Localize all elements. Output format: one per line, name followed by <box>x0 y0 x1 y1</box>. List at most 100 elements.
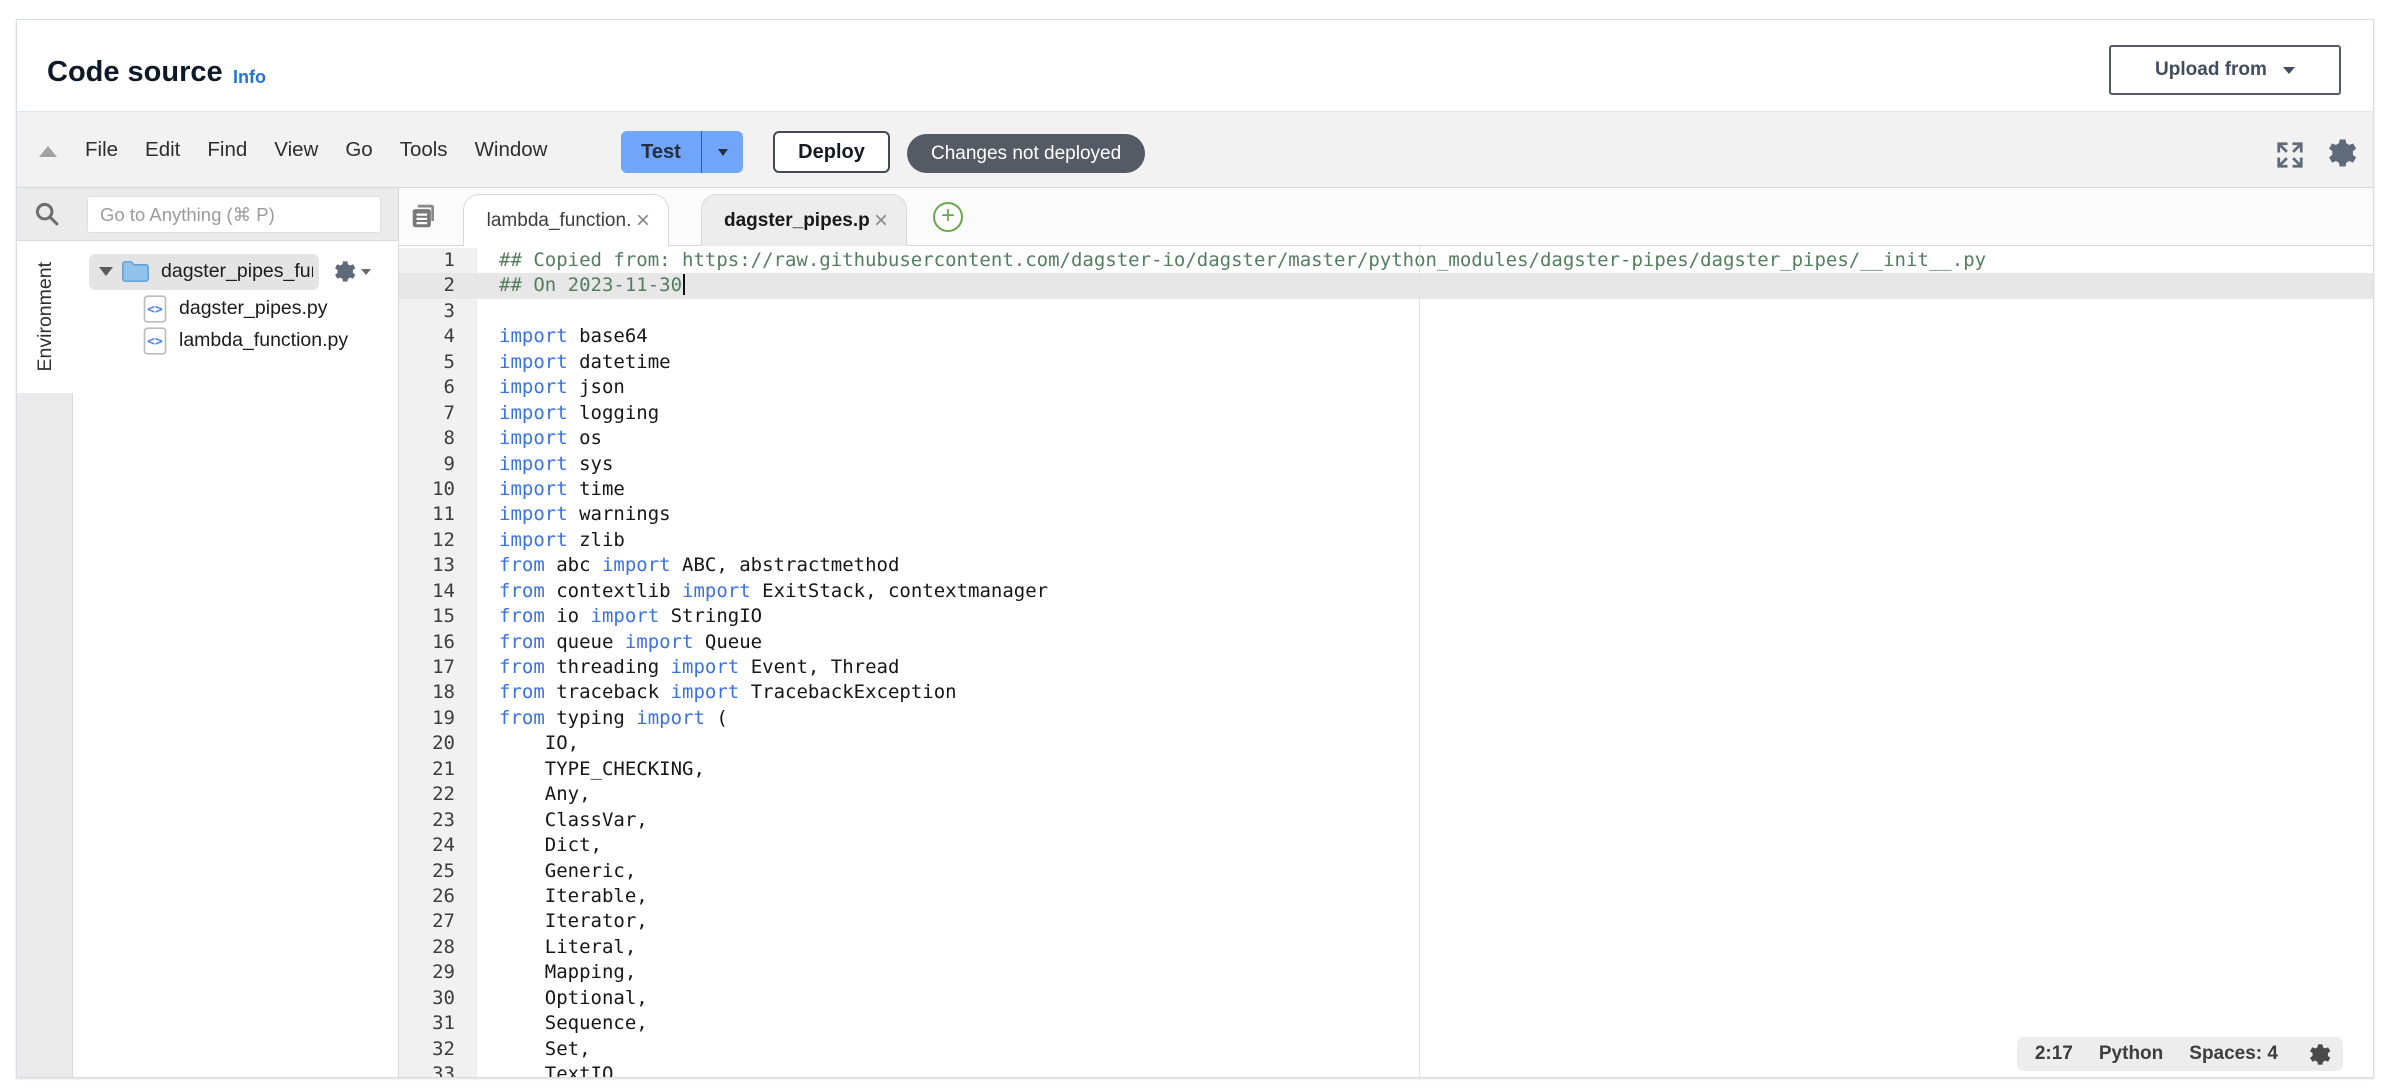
line-number[interactable]: 30 <box>399 986 477 1011</box>
statusbar-gear-icon[interactable] <box>2304 1041 2331 1068</box>
code-line[interactable]: 19from typing import ( <box>399 706 2373 731</box>
add-tab-icon[interactable] <box>933 202 963 232</box>
deploy-button[interactable]: Deploy <box>773 131 890 173</box>
language-mode[interactable]: Python <box>2099 1043 2163 1065</box>
line-number[interactable]: 14 <box>399 579 477 604</box>
test-dropdown-button[interactable] <box>702 131 743 173</box>
code-text[interactable]: ## On 2023-11-30 <box>477 273 685 298</box>
code-line[interactable]: 9import sys <box>399 452 2373 477</box>
settings-gear-icon[interactable] <box>2321 135 2357 171</box>
upload-from-button[interactable]: Upload from <box>2109 45 2341 95</box>
line-number[interactable]: 15 <box>399 604 477 629</box>
code-line[interactable]: 23 ClassVar, <box>399 808 2373 833</box>
code-line[interactable]: 5import datetime <box>399 350 2373 375</box>
line-number[interactable]: 3 <box>399 299 477 324</box>
tree-file-dagster-pipes[interactable]: <> dagster_pipes.py <box>73 293 398 325</box>
test-button[interactable]: Test <box>621 131 702 173</box>
line-number[interactable]: 17 <box>399 655 477 680</box>
tree-settings-button[interactable] <box>329 258 371 285</box>
code-line[interactable]: 18from traceback import TracebackExcepti… <box>399 680 2373 705</box>
tab-dagster-pipes[interactable]: dagster_pipes.py <box>701 194 907 246</box>
code-text[interactable]: TextIO <box>477 1062 613 1077</box>
code-text[interactable]: import warnings <box>477 502 671 527</box>
code-text[interactable]: from abc import ABC, abstractmethod <box>477 553 899 578</box>
code-text[interactable]: TYPE_CHECKING, <box>477 757 705 782</box>
menu-tools[interactable]: Tools <box>400 138 448 162</box>
code-editor[interactable]: 1## Copied from: https://raw.githubuserc… <box>399 246 2373 1077</box>
tree-folder-row[interactable]: dagster_pipes_funct <box>73 254 398 292</box>
line-number[interactable]: 26 <box>399 884 477 909</box>
menu-find[interactable]: Find <box>207 138 247 162</box>
code-text[interactable]: Generic, <box>477 859 636 884</box>
tab-lambda-function[interactable]: lambda_function. <box>463 194 669 246</box>
code-line[interactable]: 12import zlib <box>399 528 2373 553</box>
code-text[interactable]: Optional, <box>477 986 648 1011</box>
code-line[interactable]: 6import json <box>399 375 2373 400</box>
indentation-setting[interactable]: Spaces: 4 <box>2189 1043 2278 1065</box>
line-number[interactable]: 21 <box>399 757 477 782</box>
code-line[interactable]: 10import time <box>399 477 2373 502</box>
code-text[interactable]: from queue import Queue <box>477 630 762 655</box>
line-number[interactable]: 20 <box>399 731 477 756</box>
close-icon[interactable] <box>632 210 654 232</box>
code-text[interactable]: Literal, <box>477 935 636 960</box>
line-number[interactable]: 29 <box>399 960 477 985</box>
code-text[interactable]: import zlib <box>477 528 625 553</box>
code-line[interactable]: 13from abc import ABC, abstractmethod <box>399 553 2373 578</box>
line-number[interactable]: 1 <box>399 248 477 273</box>
environment-tab[interactable]: Environment <box>17 241 73 393</box>
line-number[interactable]: 23 <box>399 808 477 833</box>
line-number[interactable]: 24 <box>399 833 477 858</box>
code-text[interactable]: import time <box>477 477 625 502</box>
code-line[interactable]: 14from contextlib import ExitStack, cont… <box>399 579 2373 604</box>
code-text[interactable]: Set, <box>477 1037 591 1062</box>
code-text[interactable]: Any, <box>477 782 591 807</box>
code-line[interactable]: 30 Optional, <box>399 986 2373 1011</box>
line-number[interactable]: 11 <box>399 502 477 527</box>
code-text[interactable]: import base64 <box>477 324 648 349</box>
code-text[interactable]: Dict, <box>477 833 602 858</box>
code-line[interactable]: 29 Mapping, <box>399 960 2373 985</box>
code-line[interactable]: 27 Iterator, <box>399 909 2373 934</box>
code-line[interactable]: 24 Dict, <box>399 833 2373 858</box>
goto-anything-input[interactable] <box>87 196 381 233</box>
caret-down-icon[interactable] <box>99 267 113 276</box>
code-line[interactable]: 1## Copied from: https://raw.githubuserc… <box>399 248 2373 273</box>
code-line[interactable]: 11import warnings <box>399 502 2373 527</box>
code-line[interactable]: 26 Iterable, <box>399 884 2373 909</box>
code-text[interactable]: from io import StringIO <box>477 604 762 629</box>
code-line[interactable]: 31 Sequence, <box>399 1011 2373 1036</box>
line-number[interactable]: 28 <box>399 935 477 960</box>
line-number[interactable]: 18 <box>399 680 477 705</box>
line-number[interactable]: 16 <box>399 630 477 655</box>
code-line[interactable]: 16from queue import Queue <box>399 630 2373 655</box>
tab-list-icon[interactable] <box>409 201 439 236</box>
line-number[interactable]: 13 <box>399 553 477 578</box>
close-icon[interactable] <box>870 210 892 232</box>
code-line[interactable]: 4import base64 <box>399 324 2373 349</box>
line-number[interactable]: 8 <box>399 426 477 451</box>
code-text[interactable]: from traceback import TracebackException <box>477 680 957 705</box>
info-link[interactable]: Info <box>233 67 266 88</box>
menu-edit[interactable]: Edit <box>145 138 180 162</box>
code-line[interactable]: 21 TYPE_CHECKING, <box>399 757 2373 782</box>
code-line[interactable]: 15from io import StringIO <box>399 604 2373 629</box>
code-line[interactable]: 25 Generic, <box>399 859 2373 884</box>
code-text[interactable]: from contextlib import ExitStack, contex… <box>477 579 1048 604</box>
line-number[interactable]: 2 <box>399 273 477 298</box>
menu-window[interactable]: Window <box>475 138 548 162</box>
code-text[interactable]: Sequence, <box>477 1011 648 1036</box>
code-text[interactable]: from typing import ( <box>477 706 728 731</box>
code-text[interactable]: import datetime <box>477 350 671 375</box>
line-number[interactable]: 9 <box>399 452 477 477</box>
code-text[interactable]: import sys <box>477 452 613 477</box>
tree-file-lambda-function[interactable]: <> lambda_function.py <box>73 325 398 357</box>
line-number[interactable]: 6 <box>399 375 477 400</box>
line-number[interactable]: 25 <box>399 859 477 884</box>
line-number[interactable]: 7 <box>399 401 477 426</box>
code-text[interactable]: from threading import Event, Thread <box>477 655 899 680</box>
code-text[interactable]: import os <box>477 426 602 451</box>
code-line[interactable]: 7import logging <box>399 401 2373 426</box>
code-text[interactable] <box>477 299 499 324</box>
code-line[interactable]: 3 <box>399 299 2373 324</box>
